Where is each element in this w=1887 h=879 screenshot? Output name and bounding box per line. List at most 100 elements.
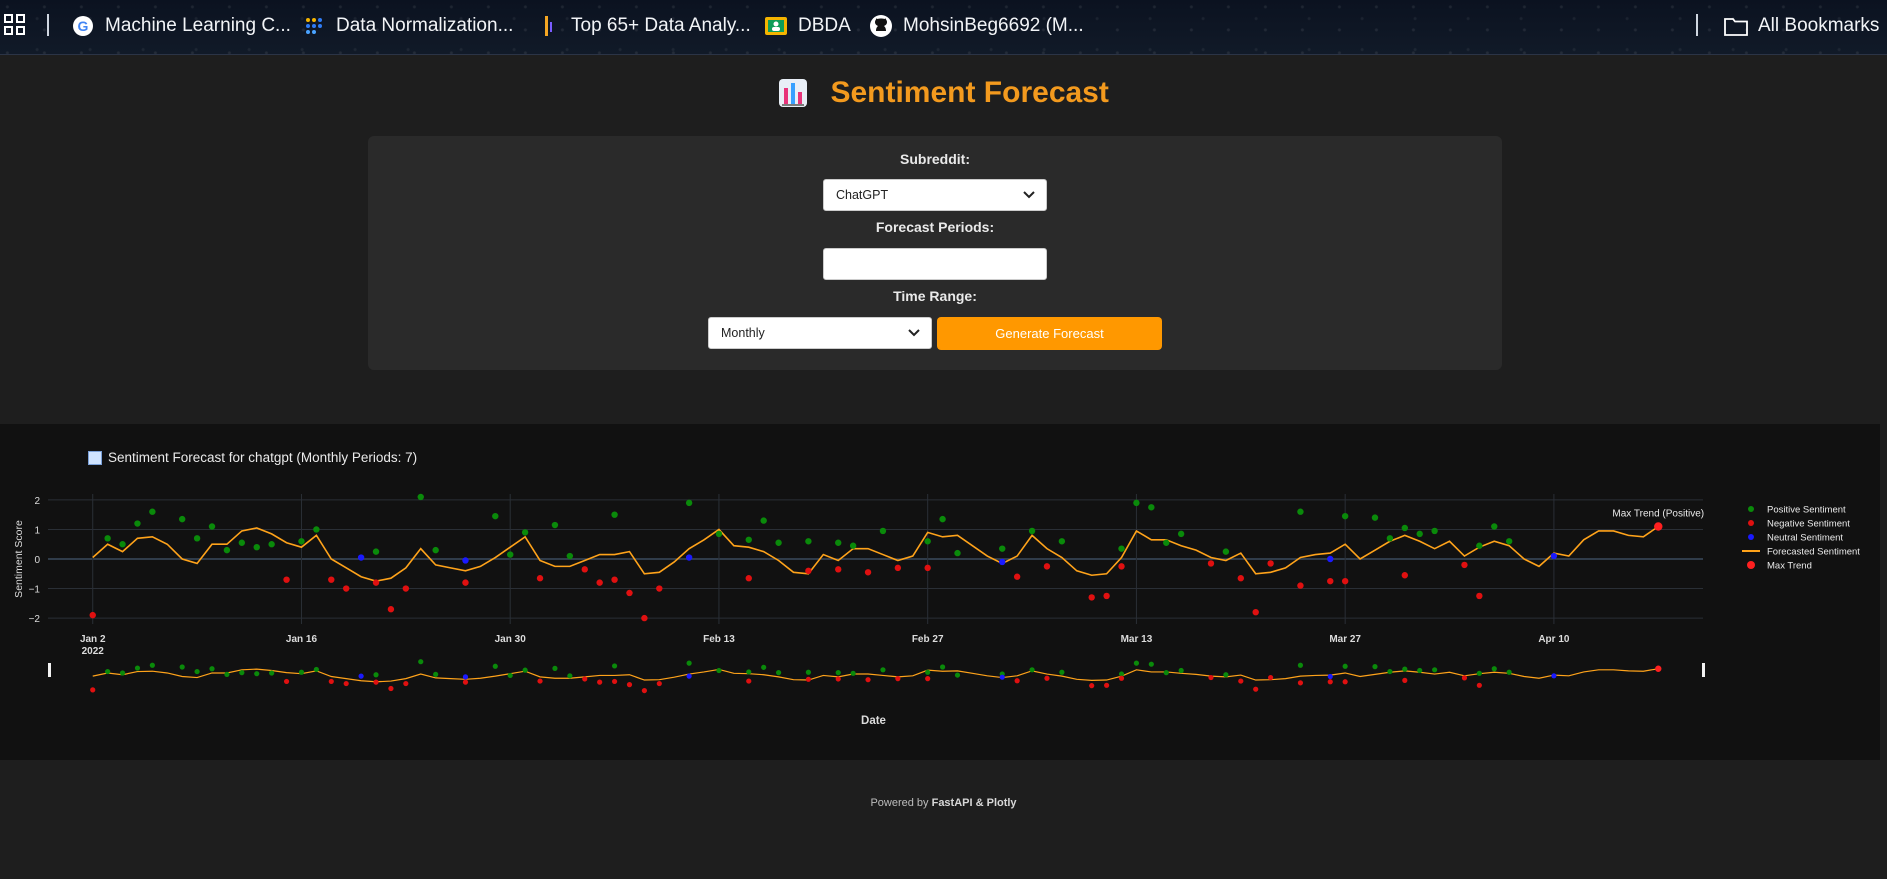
negative-sentiment-point[interactable]: [1297, 582, 1304, 589]
positive-sentiment-point[interactable]: [1148, 504, 1155, 511]
positive-sentiment-point[interactable]: [521, 529, 529, 536]
positive-sentiment-point[interactable]: [760, 517, 767, 524]
positive-sentiment-point[interactable]: [1163, 539, 1170, 546]
negative-sentiment-point[interactable]: [1088, 594, 1095, 601]
legend-item[interactable]: Forecasted Sentiment: [1767, 547, 1860, 558]
positive-sentiment-point[interactable]: [1431, 527, 1438, 535]
time-range-select[interactable]: Monthly: [708, 317, 932, 349]
positive-sentiment-point[interactable]: [835, 539, 842, 546]
negative-sentiment-point[interactable]: [805, 567, 812, 575]
positive-sentiment-point[interactable]: [507, 551, 514, 558]
positive-sentiment-point[interactable]: [1386, 535, 1394, 542]
negative-sentiment-point[interactable]: [1267, 560, 1274, 567]
positive-sentiment-point[interactable]: [611, 511, 618, 518]
positive-sentiment-point[interactable]: [238, 539, 246, 546]
positive-sentiment-point[interactable]: [805, 538, 812, 545]
positive-sentiment-point[interactable]: [551, 521, 559, 529]
positive-sentiment-point[interactable]: [223, 546, 231, 554]
forecast-chart[interactable]: 2 1 0 −1 −2 Jan 22022 Jan 16 Jan 30 Feb 13 Feb 27…: [0, 424, 1880, 760]
all-bookmarks[interactable]: All Bookmarks: [1724, 10, 1879, 42]
negative-sentiment-point[interactable]: [1043, 563, 1051, 570]
negative-sentiment-point[interactable]: [581, 566, 588, 573]
negative-sentiment-point[interactable]: [1252, 608, 1259, 616]
positive-sentiment-point[interactable]: [566, 552, 574, 560]
positive-sentiment-point[interactable]: [1505, 538, 1513, 545]
positive-sentiment-point[interactable]: [1401, 524, 1409, 532]
forecast-periods-input[interactable]: [823, 248, 1047, 280]
positive-sentiment-point[interactable]: [178, 515, 186, 523]
positive-sentiment-point[interactable]: [999, 545, 1006, 552]
positive-sentiment-point[interactable]: [253, 543, 260, 551]
positive-sentiment-point[interactable]: [1222, 548, 1230, 555]
legend-item[interactable]: Positive Sentiment: [1767, 505, 1846, 516]
negative-sentiment-point[interactable]: [864, 569, 872, 576]
generate-forecast-button[interactable]: Generate Forecast: [937, 317, 1162, 350]
positive-sentiment-point[interactable]: [1297, 508, 1304, 515]
neutral-sentiment-point[interactable]: [462, 557, 469, 564]
subreddit-select[interactable]: ChatGPT: [823, 179, 1047, 211]
positive-sentiment-point[interactable]: [1028, 527, 1036, 535]
negative-sentiment-point[interactable]: [402, 585, 410, 592]
positive-sentiment-point[interactable]: [849, 542, 857, 549]
negative-sentiment-point[interactable]: [342, 585, 350, 592]
positive-sentiment-point[interactable]: [1416, 530, 1423, 538]
legend-item[interactable]: Neutral Sentiment: [1767, 533, 1843, 544]
negative-sentiment-point[interactable]: [1013, 573, 1021, 580]
positive-sentiment-point[interactable]: [298, 538, 305, 545]
positive-sentiment-point[interactable]: [1118, 545, 1125, 552]
negative-sentiment-point[interactable]: [1461, 561, 1468, 569]
negative-sentiment-point[interactable]: [89, 611, 96, 619]
positive-sentiment-point[interactable]: [134, 520, 141, 527]
negative-sentiment-point[interactable]: [1476, 592, 1483, 600]
positive-sentiment-point[interactable]: [193, 535, 201, 542]
positive-sentiment-point[interactable]: [372, 548, 380, 555]
positive-sentiment-point[interactable]: [313, 526, 320, 533]
bookmark-data-normalization[interactable]: Data Normalization...: [302, 10, 513, 42]
legend-item[interactable]: Negative Sentiment: [1767, 519, 1850, 530]
positive-sentiment-point[interactable]: [268, 541, 275, 548]
positive-sentiment-point[interactable]: [745, 536, 752, 543]
positive-sentiment-point[interactable]: [432, 546, 439, 554]
positive-sentiment-point[interactable]: [104, 535, 111, 542]
negative-sentiment-point[interactable]: [1401, 572, 1409, 579]
negative-sentiment-point[interactable]: [894, 564, 902, 572]
negative-sentiment-point[interactable]: [656, 585, 663, 592]
positive-sentiment-point[interactable]: [1491, 523, 1498, 530]
neutral-sentiment-point[interactable]: [685, 554, 693, 561]
neutral-sentiment-point[interactable]: [999, 558, 1006, 566]
negative-sentiment-point[interactable]: [1237, 575, 1244, 582]
neutral-sentiment-point[interactable]: [1550, 552, 1558, 560]
negative-sentiment-point[interactable]: [611, 576, 618, 583]
positive-sentiment-point[interactable]: [879, 527, 887, 535]
bookmark-github[interactable]: MohsinBeg6692 (M...: [869, 10, 1084, 42]
negative-sentiment-point[interactable]: [1103, 592, 1110, 600]
rangeslider-left-handle[interactable]: [48, 663, 51, 677]
positive-sentiment-point[interactable]: [417, 493, 424, 501]
negative-sentiment-point[interactable]: [835, 566, 842, 573]
negative-sentiment-point[interactable]: [1207, 560, 1215, 567]
positive-sentiment-point[interactable]: [208, 523, 216, 530]
positive-sentiment-point[interactable]: [939, 515, 946, 523]
negative-sentiment-point[interactable]: [372, 579, 380, 586]
negative-sentiment-point[interactable]: [536, 575, 544, 582]
bookmark-data-analytics[interactable]: Top 65+ Data Analy...: [537, 10, 751, 42]
positive-sentiment-point[interactable]: [492, 512, 499, 520]
max-trend-point[interactable]: [1654, 522, 1663, 531]
neutral-sentiment-point[interactable]: [1327, 555, 1334, 563]
positive-sentiment-point[interactable]: [1476, 542, 1483, 549]
positive-sentiment-point[interactable]: [149, 508, 156, 515]
positive-sentiment-point[interactable]: [119, 541, 126, 548]
negative-sentiment-point[interactable]: [462, 579, 469, 586]
positive-sentiment-point[interactable]: [1341, 512, 1349, 520]
positive-sentiment-point[interactable]: [775, 539, 782, 546]
positive-sentiment-point[interactable]: [685, 499, 693, 507]
negative-sentiment-point[interactable]: [924, 564, 931, 572]
bookmark-dbda[interactable]: DBDA: [764, 10, 851, 42]
positive-sentiment-point[interactable]: [924, 538, 931, 545]
negative-sentiment-point[interactable]: [328, 576, 335, 583]
negative-sentiment-point[interactable]: [641, 614, 648, 622]
bookmark-machine-learning[interactable]: G Machine Learning C...: [71, 10, 291, 42]
negative-sentiment-point[interactable]: [596, 579, 603, 586]
negative-sentiment-point[interactable]: [283, 576, 290, 583]
negative-sentiment-point[interactable]: [1341, 577, 1349, 585]
